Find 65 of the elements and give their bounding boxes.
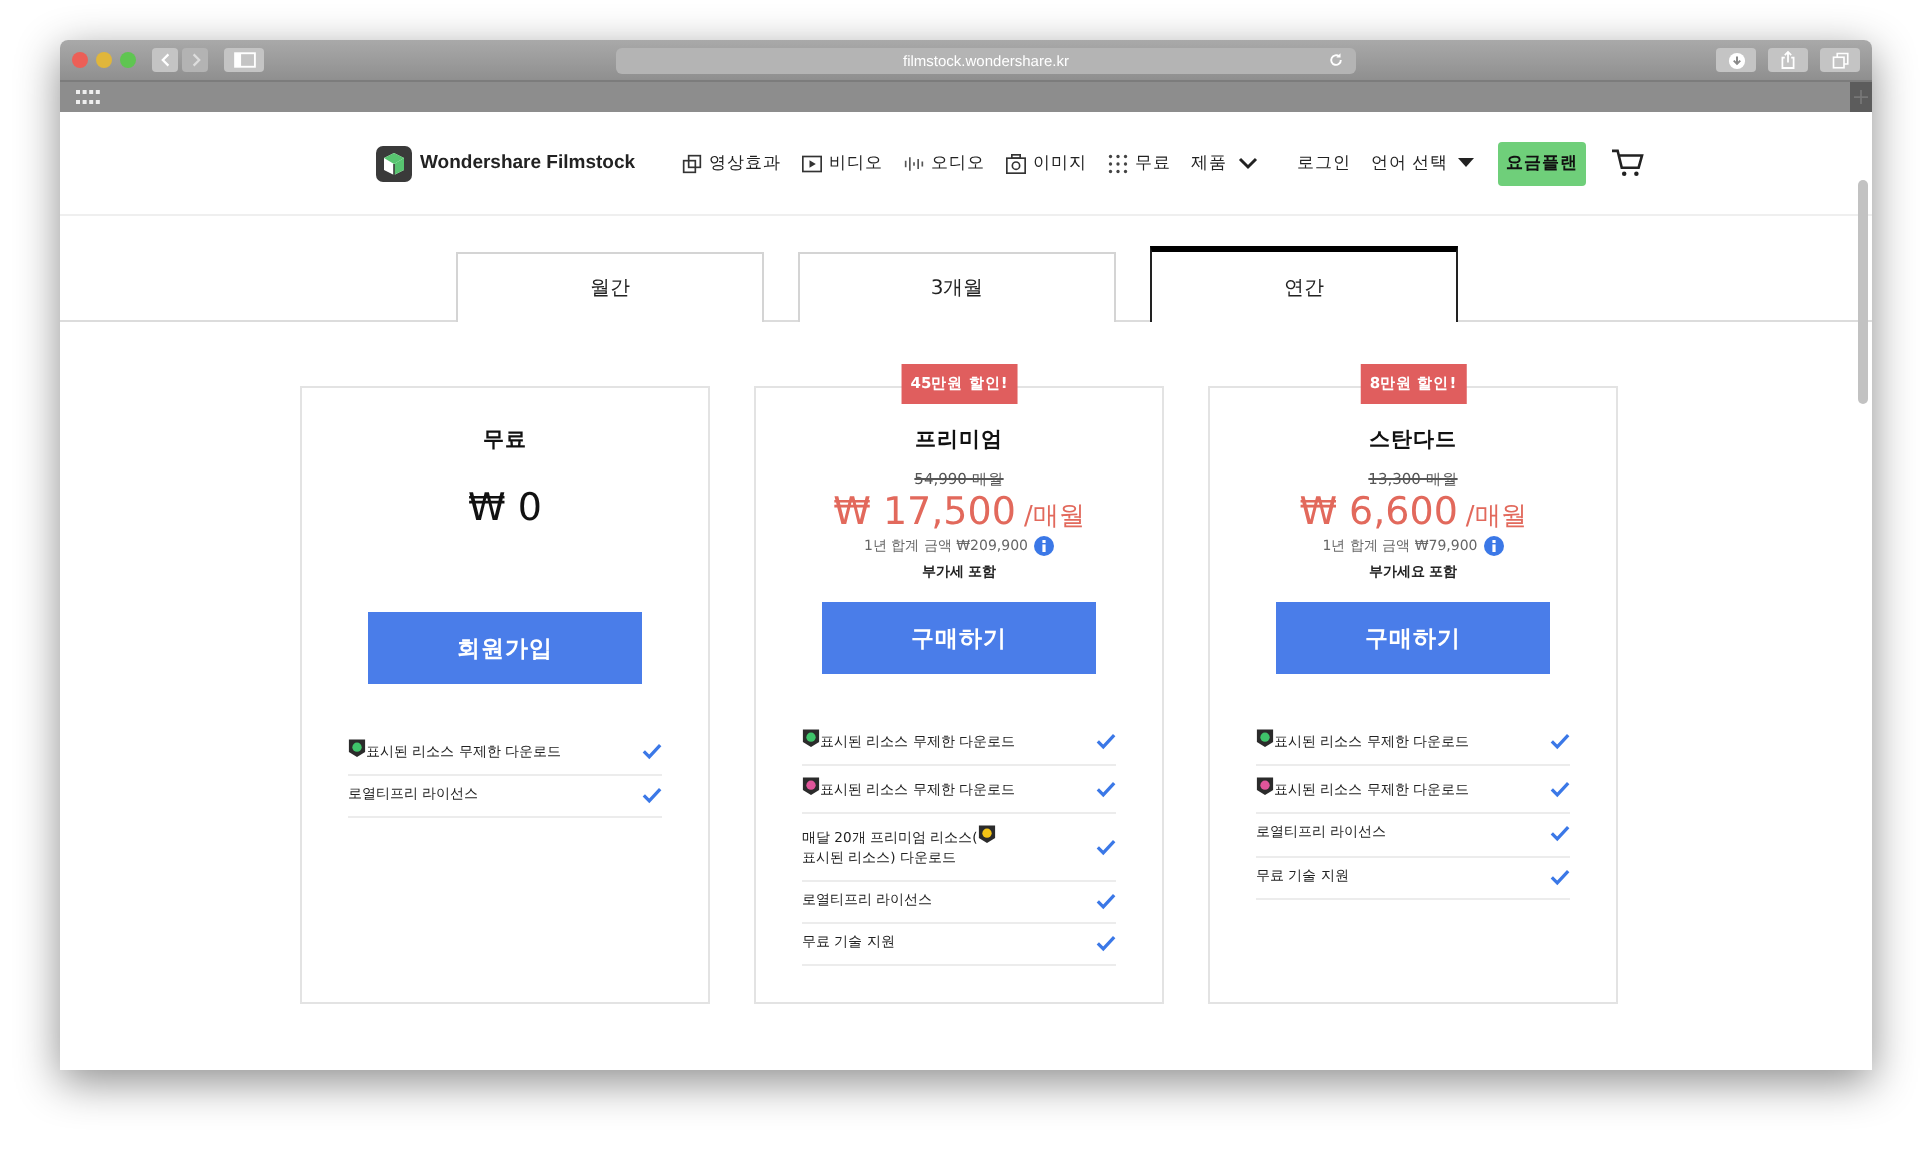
- dot-grid-icon[interactable]: [1107, 153, 1128, 173]
- price-amount: ₩ 17,500: [833, 490, 1016, 534]
- check-icon: [1096, 731, 1116, 750]
- minimize-button[interactable]: [96, 52, 112, 68]
- close-button[interactable]: [72, 52, 88, 68]
- brand-name[interactable]: Wondershare Filmstock: [420, 152, 636, 174]
- plan-button[interactable]: 구매하기: [1276, 602, 1550, 674]
- camera-icon[interactable]: [1005, 153, 1026, 173]
- forward-button[interactable]: [182, 48, 208, 72]
- products-menu[interactable]: 제품: [1191, 151, 1258, 175]
- price-amount: ₩ 0: [468, 486, 542, 530]
- cart-icon[interactable]: [1610, 148, 1645, 178]
- plan-button[interactable]: 회원가입: [368, 612, 642, 684]
- pricing-button[interactable]: 요금플랜: [1498, 141, 1587, 185]
- plan-name: 프리미엄: [915, 426, 1003, 456]
- check-icon: [642, 741, 662, 760]
- login-link[interactable]: 로그인: [1297, 151, 1352, 175]
- check-icon: [1550, 824, 1570, 843]
- plan-tab[interactable]: 3개월: [798, 252, 1116, 322]
- info-icon: [1034, 536, 1054, 556]
- chevron-down-icon: [1237, 156, 1258, 170]
- check-icon: [1550, 867, 1570, 886]
- download-icon[interactable]: [1727, 51, 1745, 69]
- grid-icon[interactable]: [76, 90, 100, 104]
- zoom-button[interactable]: [120, 52, 136, 68]
- sidebar-button[interactable]: [224, 48, 264, 72]
- nav-link[interactable]: 이미지: [1033, 151, 1088, 175]
- check-icon: [1550, 779, 1570, 798]
- sidebar-icon[interactable]: [233, 52, 255, 68]
- plan-name: 무료: [483, 426, 527, 456]
- plan-button[interactable]: 구매하기: [822, 602, 1096, 674]
- tabs-button[interactable]: [1820, 48, 1860, 72]
- download-button[interactable]: [1716, 48, 1756, 72]
- info-icon: [1483, 536, 1504, 556]
- nav-link[interactable]: 오디오: [931, 151, 986, 175]
- nav-link[interactable]: 비디오: [829, 151, 884, 175]
- reload-icon[interactable]: [1328, 52, 1344, 68]
- check-icon: [1096, 779, 1116, 798]
- new-tab-button[interactable]: [1850, 81, 1872, 113]
- chevron-left-icon[interactable]: [157, 52, 173, 68]
- price-period: /매월: [1023, 500, 1085, 534]
- chevron-right-icon[interactable]: [187, 52, 203, 68]
- check-icon: [642, 786, 662, 805]
- nav-link[interactable]: 영상효과: [709, 151, 782, 175]
- layers-icon[interactable]: [681, 153, 702, 173]
- check-icon: [1096, 933, 1116, 952]
- play-icon[interactable]: [801, 153, 822, 173]
- waveform-icon[interactable]: [903, 153, 924, 173]
- plan-name: 스탄다드: [1369, 426, 1457, 456]
- price-period: /매월: [1465, 500, 1527, 534]
- scrollbar[interactable]: [1858, 180, 1868, 404]
- check-icon: [1096, 837, 1116, 856]
- share-icon[interactable]: [1780, 50, 1796, 70]
- cube-logo-icon[interactable]: [376, 145, 412, 181]
- price-amount: ₩ 6,600: [1299, 490, 1458, 534]
- check-icon: [1550, 731, 1570, 750]
- plan-tab[interactable]: 월간: [456, 252, 764, 322]
- check-icon: [1096, 891, 1116, 910]
- language-select[interactable]: 언어 선택: [1371, 151, 1475, 175]
- plan-tab[interactable]: 연간: [1150, 246, 1458, 322]
- share-button[interactable]: [1768, 48, 1808, 72]
- nav-link[interactable]: 무료: [1135, 151, 1172, 175]
- back-button[interactable]: [152, 48, 178, 72]
- caret-icon: [1458, 158, 1475, 168]
- tabs-icon[interactable]: [1831, 51, 1849, 69]
